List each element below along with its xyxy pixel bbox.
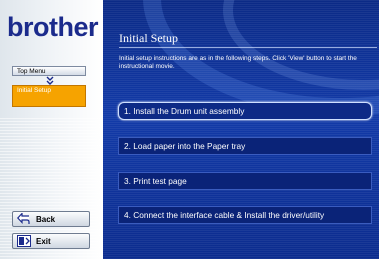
back-button[interactable]: Back: [12, 211, 90, 227]
page-title: Initial Setup: [119, 31, 178, 45]
step-4-button[interactable]: 4. Connect the interface cable & Install…: [118, 206, 372, 224]
back-arrow-icon: [17, 213, 30, 225]
title-divider: [119, 47, 377, 48]
app-window: brother ® Top Menu Initial Setup Back Ex…: [0, 0, 379, 259]
registered-mark: ®: [89, 25, 94, 31]
intro-text: Initial setup instructions are as in the…: [119, 55, 357, 70]
step-1-button[interactable]: 1. Install the Drum unit assembly: [118, 102, 372, 120]
brother-logo: brother: [7, 12, 99, 42]
back-button-label: Back: [36, 214, 56, 224]
step-3-button[interactable]: 3. Print test page: [118, 172, 372, 190]
step-2-button[interactable]: 2. Load paper into the Paper tray: [118, 137, 372, 155]
exit-button-label: Exit: [36, 236, 51, 246]
sidebar: brother ® Top Menu Initial Setup Back Ex…: [0, 0, 103, 259]
exit-icon: [17, 235, 31, 247]
current-section-initial-setup[interactable]: Initial Setup: [12, 85, 86, 107]
main-panel: Initial Setup Initial setup instructions…: [103, 0, 379, 259]
exit-button[interactable]: Exit: [12, 233, 90, 249]
top-menu-button[interactable]: Top Menu: [12, 66, 86, 76]
